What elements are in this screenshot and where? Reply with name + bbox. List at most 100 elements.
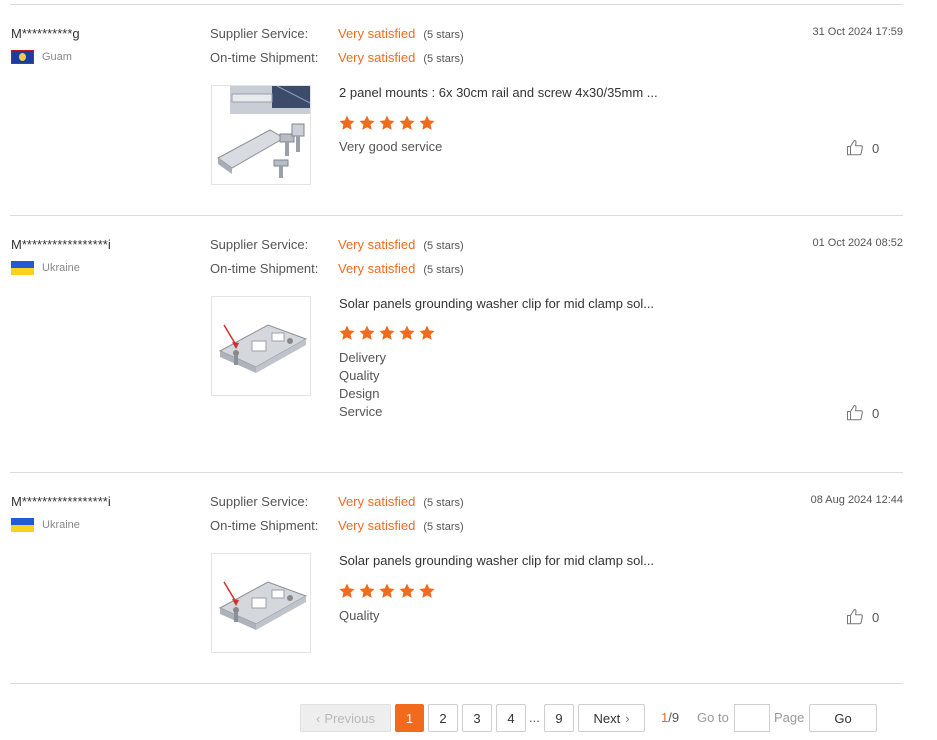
page-ellipsis: ...	[529, 710, 540, 725]
page-button-9[interactable]: 9	[544, 704, 574, 732]
review-comment: Quality	[339, 607, 379, 625]
buyer-country: Ukraine	[11, 518, 80, 532]
page-indicator: 1/9	[661, 704, 679, 732]
chevron-right-icon: ›	[625, 710, 630, 726]
supplier-service-label: Supplier Service:	[210, 237, 309, 252]
on-time-shipment-row: On-time Shipment: Very satisfied (5 star…	[210, 261, 464, 276]
review-comment: Very good service	[339, 138, 442, 156]
divider	[10, 683, 903, 684]
on-time-shipment-row: On-time Shipment: Very satisfied (5 star…	[210, 50, 464, 65]
comment-line: Quality	[339, 368, 380, 383]
on-time-shipment-stars: (5 stars)	[423, 521, 464, 533]
product-title[interactable]: Solar panels grounding washer clip for m…	[339, 553, 654, 568]
supplier-service-row: Supplier Service: Very satisfied (5 star…	[210, 26, 464, 41]
rail-mount-image	[217, 86, 310, 178]
buyer-name: M**********g	[11, 26, 80, 41]
product-thumbnail[interactable]	[211, 85, 311, 185]
review-date: 31 Oct 2024 17:59	[812, 26, 903, 38]
next-page-button[interactable]: Next ›	[578, 704, 645, 732]
review-date: 01 Oct 2024 08:52	[812, 237, 903, 249]
supplier-service-value: Very satisfied	[338, 237, 416, 252]
on-time-shipment-label: On-time Shipment:	[210, 261, 319, 276]
ukraine-flag-icon	[11, 261, 34, 275]
comment-line: Very good service	[339, 139, 443, 154]
page-button-4[interactable]: 4	[496, 704, 526, 732]
comment-line: Design	[339, 386, 380, 401]
star-icon	[399, 115, 415, 130]
star-icon	[359, 583, 375, 598]
star-icon	[379, 115, 395, 130]
supplier-service-value: Very satisfied	[338, 26, 416, 41]
divider	[10, 4, 903, 5]
rating-stars	[338, 324, 436, 342]
previous-label: Previous	[324, 710, 375, 726]
on-time-shipment-row: On-time Shipment: Very satisfied (5 star…	[210, 518, 464, 533]
like-button[interactable]: 0	[846, 608, 879, 626]
goto-label: Go to	[697, 710, 729, 725]
buyer-name: M*****************i	[11, 494, 111, 509]
washer-clip-image	[218, 324, 308, 373]
product-thumbnail[interactable]	[211, 553, 311, 653]
buyer-country: Ukraine	[11, 261, 80, 275]
country-name: Guam	[42, 51, 72, 63]
pagination: ‹ Previous 1 2 3 4 ... 9 Next › 1/9 Go t…	[0, 704, 937, 732]
on-time-shipment-stars: (5 stars)	[423, 53, 464, 65]
rating-stars	[338, 114, 436, 132]
next-label: Next	[593, 710, 621, 726]
review-date: 08 Aug 2024 12:44	[810, 494, 903, 506]
like-count: 0	[872, 140, 880, 156]
previous-page-button[interactable]: ‹ Previous	[300, 704, 391, 732]
like-button[interactable]: 0	[846, 139, 879, 157]
supplier-service-label: Supplier Service:	[210, 494, 309, 509]
country-name: Ukraine	[42, 262, 80, 274]
go-button[interactable]: Go	[809, 704, 877, 732]
supplier-service-value: Very satisfied	[338, 494, 416, 509]
page-label: Page	[774, 710, 805, 725]
star-icon	[359, 115, 375, 130]
on-time-shipment-value: Very satisfied	[338, 261, 416, 276]
product-title[interactable]: Solar panels grounding washer clip for m…	[339, 296, 654, 311]
buyer-name: M*****************i	[11, 237, 111, 252]
supplier-service-row: Supplier Service: Very satisfied (5 star…	[210, 237, 464, 252]
page-button-2[interactable]: 2	[428, 704, 458, 732]
product-thumbnail[interactable]	[211, 296, 311, 396]
divider	[10, 215, 903, 216]
thumbs-up-icon	[846, 139, 863, 156]
supplier-service-label: Supplier Service:	[210, 26, 309, 41]
ukraine-flag-icon	[11, 518, 34, 532]
like-count: 0	[872, 609, 880, 625]
star-icon	[379, 325, 395, 340]
star-icon	[399, 325, 415, 340]
thumbs-up-icon	[846, 608, 863, 625]
on-time-shipment-label: On-time Shipment:	[210, 50, 319, 65]
on-time-shipment-label: On-time Shipment:	[210, 518, 319, 533]
divider	[10, 472, 903, 473]
total-pages: /9	[668, 710, 680, 725]
star-icon	[339, 325, 355, 340]
like-button[interactable]: 0	[846, 404, 879, 422]
review-comment: Delivery Quality Design Service	[339, 349, 386, 421]
star-icon	[399, 583, 415, 598]
supplier-service-row: Supplier Service: Very satisfied (5 star…	[210, 494, 464, 509]
comment-line: Service	[339, 404, 383, 419]
on-time-shipment-value: Very satisfied	[338, 50, 416, 65]
goto-page-input[interactable]	[734, 704, 770, 732]
product-title[interactable]: 2 panel mounts : 6x 30cm rail and screw …	[339, 85, 658, 100]
star-icon	[359, 325, 375, 340]
thumbs-up-icon	[846, 404, 863, 421]
page-button-1[interactable]: 1	[395, 704, 424, 732]
rating-stars	[338, 582, 436, 600]
supplier-service-stars: (5 stars)	[423, 240, 464, 252]
supplier-service-stars: (5 stars)	[423, 29, 464, 41]
star-icon	[379, 583, 395, 598]
star-icon	[339, 583, 355, 598]
on-time-shipment-value: Very satisfied	[338, 518, 416, 533]
country-name: Ukraine	[42, 519, 80, 531]
supplier-service-stars: (5 stars)	[423, 497, 464, 509]
washer-clip-image	[218, 581, 308, 630]
on-time-shipment-stars: (5 stars)	[423, 264, 464, 276]
star-icon	[419, 325, 435, 340]
star-icon	[419, 583, 435, 598]
page-button-3[interactable]: 3	[462, 704, 492, 732]
comment-line: Delivery	[339, 350, 386, 365]
